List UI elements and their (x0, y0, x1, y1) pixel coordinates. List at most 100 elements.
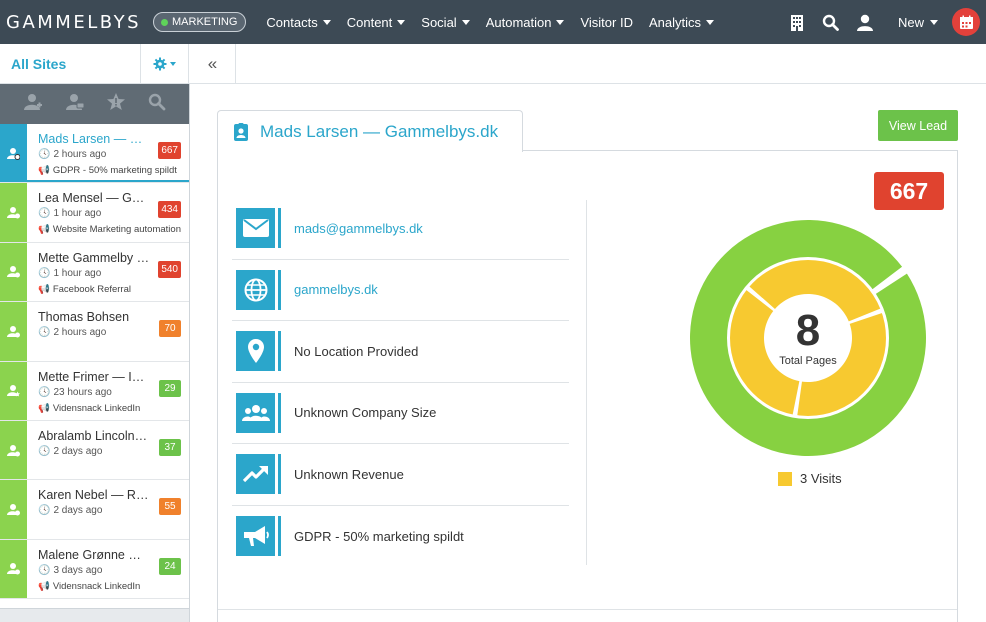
clock-icon: 🕓 (38, 505, 51, 517)
megaphone-icon (236, 516, 278, 557)
lead-time-label: 2 hours ago (53, 149, 107, 160)
email-link[interactable]: mads@gammelbys.dk (294, 221, 423, 236)
lead-item[interactable]: Karen Nebel — RIP Bureau 🕓2 days ago 55 (0, 480, 189, 540)
search-filter-icon[interactable] (148, 93, 166, 116)
calendar-button[interactable] (952, 8, 980, 36)
lead-source-label: Website Marketing automation (52, 224, 181, 236)
user-chat-filter-icon[interactable] (65, 93, 85, 116)
menu-contacts[interactable]: Contacts (258, 0, 338, 44)
menu-automation[interactable]: Automation (478, 0, 573, 44)
lead-score-badge: 55 (159, 498, 181, 516)
search-icon[interactable] (814, 0, 848, 44)
revenue-text: Unknown Revenue (294, 466, 404, 482)
user-icon (7, 207, 20, 219)
outer-ring-segment[interactable] (690, 220, 926, 456)
lead-tab[interactable]: Mads Larsen — Gammelbys.dk (217, 110, 523, 152)
caret-down-icon (556, 19, 565, 25)
menu-contacts-label: Contacts (266, 14, 318, 30)
user-icon (7, 444, 20, 457)
chart-legend[interactable]: 3 Visits (778, 471, 842, 486)
lead-time-label: 1 hour ago (53, 208, 102, 220)
lead-item[interactable]: Mette Gammelby — Gammelbys 🕓1 hour ago 📢… (0, 242, 189, 303)
user-icon (7, 325, 20, 338)
user-icon (7, 563, 20, 575)
lead-time-label: 23 hours ago (53, 386, 112, 398)
clock-icon: 🕓 (38, 445, 51, 457)
lead-title: Mads Larsen — Gammelbys.dk (260, 121, 499, 141)
sidebar-scrollbar[interactable] (0, 608, 189, 622)
lead-source: 📢 Website Marketing automation (38, 224, 184, 235)
all-sites-dropdown[interactable]: All Sites (0, 44, 141, 84)
lead-time: 🕓 2 hours ago (38, 149, 106, 160)
lead-source-label: Facebook Referral (52, 283, 131, 295)
lead-time-label: 3 days ago (53, 564, 103, 576)
lead-source-label: Vidensnack LinkedIn (52, 402, 141, 414)
lead-list: Mads Larsen — Gammelbys.dk 🕓2 hours ago … (0, 124, 189, 600)
menu-analytics-label: Analytics (648, 14, 701, 30)
building-icon[interactable] (780, 0, 814, 44)
lead-time: 🕓 3 days ago (38, 565, 102, 576)
clock-icon: 🕓 (38, 386, 51, 398)
lead-time: 🕓 2 days ago (38, 446, 102, 457)
logo[interactable]: GAMMELBYS (6, 12, 141, 33)
lead-time-label: 2 days ago (53, 505, 103, 517)
menu-social-label: Social (421, 14, 457, 30)
clock-icon: 🕓 (38, 208, 51, 220)
lead-item[interactable]: Mads Larsen — Gammelbys.dk 🕓2 hours ago … (0, 124, 189, 184)
lead-item[interactable]: Malene Grønne — Studio 🕓3 days ago 📢Vide… (0, 539, 189, 600)
lead-avatar-strip (0, 539, 27, 599)
lead-avatar-strip (0, 124, 27, 183)
user-add-filter-icon[interactable] (23, 93, 43, 116)
mode-badge[interactable]: MARKETING (153, 12, 247, 32)
globe-icon (236, 269, 278, 310)
lead-item[interactable]: Thomas Bohsen 🕓 2 hours ago 70 (0, 302, 189, 362)
menu-automation-label: Automation (485, 14, 552, 30)
lead-item[interactable]: Lea Mensel — Gammelbys 🕓1 hour ago 📢Webs… (0, 183, 189, 243)
info-email: mads@gammelbys.dk (232, 198, 569, 260)
mode-badge-label: MARKETING (172, 16, 238, 28)
lead-name: Mads Larsen — Gammelbys.dk (38, 132, 150, 146)
collapse-sidebar-button[interactable]: « (190, 44, 236, 84)
menu-content[interactable]: Content (339, 0, 414, 44)
campaign-text: GDPR - 50% marketing spildt (294, 528, 464, 544)
status-dot-icon (161, 18, 169, 26)
menu-content-label: Content (346, 14, 393, 30)
lead-time-label: 2 days ago (53, 445, 103, 457)
trend-up-icon (236, 454, 278, 495)
website-link[interactable]: gammelbys.dk (294, 282, 378, 297)
lead-score-badge: 667 (158, 142, 181, 159)
lead-item[interactable]: Mette Frimer — Intern 🕓 23 hours ago 📢 Vid… (0, 361, 189, 421)
megaphone-icon: 📢 (38, 165, 50, 176)
lead-info-list: mads@gammelbys.dk gammelbys.dk No Locati… (232, 198, 569, 567)
company-size-text: Unknown Company Size (294, 405, 437, 421)
settings-dropdown[interactable] (141, 44, 189, 84)
info-location: No Location Provided (232, 321, 569, 383)
lead-time-label: 2 hours ago (53, 327, 107, 339)
nav-right: New (780, 0, 986, 44)
user-star-icon (7, 385, 20, 397)
star-alert-filter-icon[interactable] (106, 92, 126, 116)
user-icon[interactable] (848, 0, 882, 44)
clock-icon: 🕓 (38, 564, 51, 576)
new-button-label: New (897, 14, 924, 30)
megaphone-icon: 📢 (38, 580, 50, 592)
info-revenue: Unknown Revenue (232, 444, 569, 506)
map-pin-icon (236, 331, 278, 372)
lead-item[interactable]: Abralamb Lincoln — US 🕓2 days ago 37 (0, 420, 189, 481)
megaphone-icon: 📢 (38, 402, 50, 414)
lead-name: Malene Grønne — Studio (38, 547, 150, 562)
active-indicator (27, 180, 189, 183)
new-button[interactable]: New (888, 7, 948, 37)
lead-score-badge: 37 (159, 438, 181, 456)
lead-score-badge: 540 (158, 260, 181, 278)
menu-social[interactable]: Social (413, 0, 477, 44)
menu-visitor-id[interactable]: Visitor ID (572, 0, 641, 44)
user-icon (7, 147, 20, 160)
main-menu: Contacts Content Social Automation Visit… (258, 0, 722, 44)
lead-name: Karen Nebel — RIP Bureau (38, 488, 150, 503)
view-lead-button[interactable]: View Lead (878, 110, 958, 141)
lead-time-label: 1 hour ago (53, 267, 102, 279)
menu-analytics[interactable]: Analytics (641, 0, 722, 44)
caret-down-icon (706, 19, 714, 25)
lead-source: 📢 Vidensnack LinkedIn (38, 581, 184, 592)
